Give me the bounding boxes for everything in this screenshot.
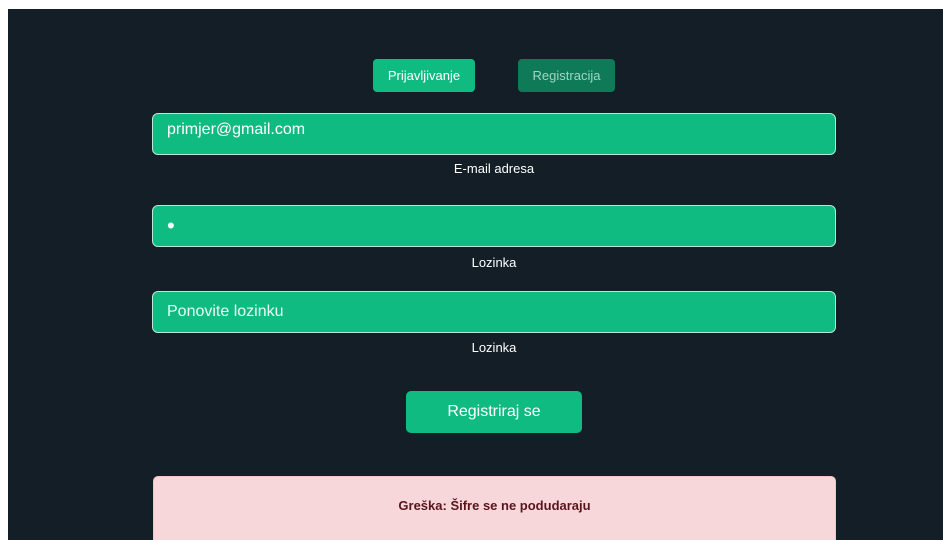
error-alert: Greška: Šifre se ne podudaraju — [153, 476, 836, 540]
tab-register[interactable]: Registracija — [518, 59, 615, 92]
tab-login[interactable]: Prijavljivanje — [373, 59, 475, 92]
password-label: Lozinka — [471, 255, 517, 270]
page-frame: Prijavljivanje Registracija E-mail adres… — [8, 9, 943, 540]
email-field[interactable] — [152, 113, 836, 155]
confirm-password-field[interactable] — [152, 291, 836, 333]
password-field[interactable] — [152, 205, 836, 247]
email-label: E-mail adresa — [453, 161, 535, 176]
auth-tabs: Prijavljivanje Registracija — [8, 59, 943, 93]
confirm-password-label: Lozinka — [471, 340, 517, 355]
register-button[interactable]: Registriraj se — [406, 391, 582, 433]
error-message: Greška: Šifre se ne podudaraju — [398, 498, 591, 513]
